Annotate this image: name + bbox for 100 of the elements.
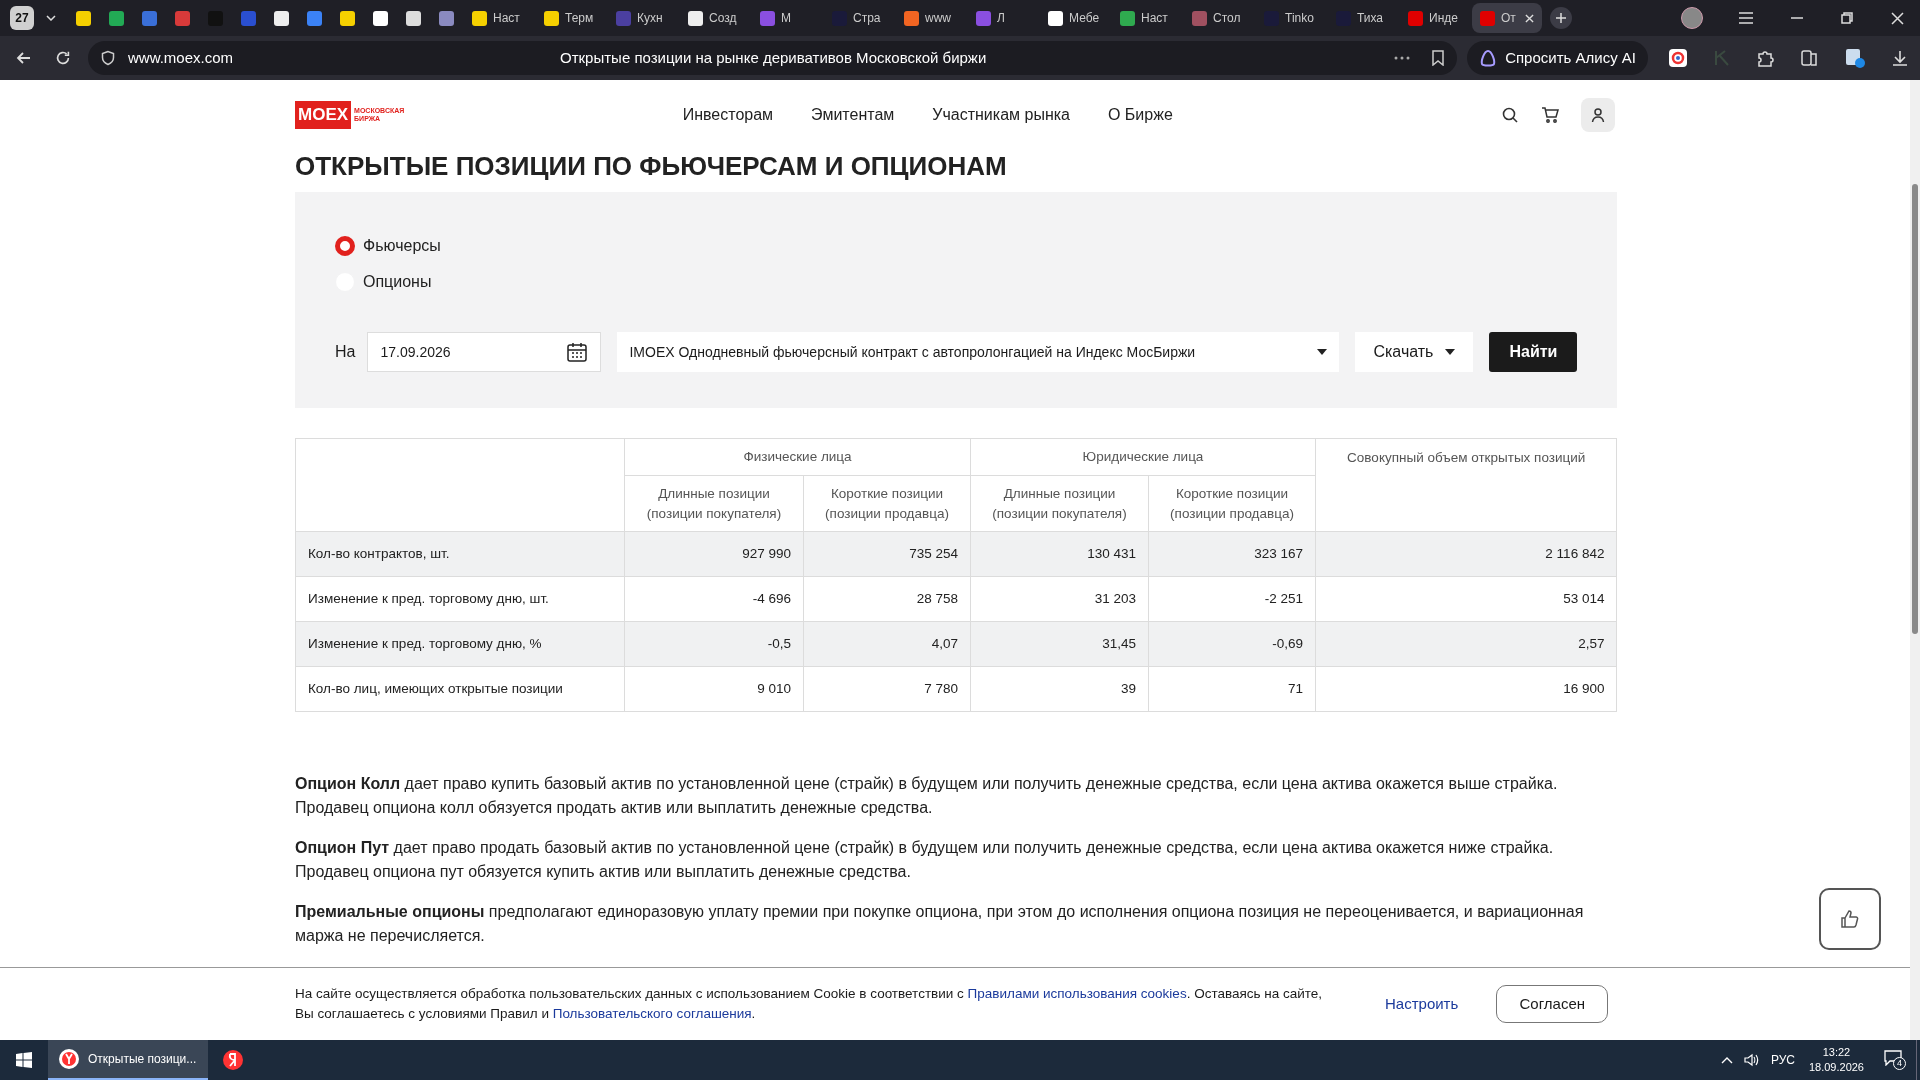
table-cell: 2,57: [1315, 621, 1617, 667]
table-cell: 927 990: [624, 531, 804, 577]
browser-tab[interactable]: Инде: [1400, 3, 1470, 33]
avatar-icon[interactable]: [1681, 7, 1703, 29]
cookie-notice: На сайте осуществляется обработка пользовательских данных с использованием Cookie в соответствии с Правилами использования cookies. Оставаясь на сайте, Вы соглашаетесь с условиями Правил и Пользовательского соглашения.: [295, 985, 1324, 1023]
tab-counter[interactable]: 27: [10, 6, 34, 30]
chevron-up-icon[interactable]: [1720, 1056, 1733, 1064]
table-cell: -4 696: [624, 576, 804, 622]
cart-icon[interactable]: [1541, 106, 1560, 124]
browser-tab[interactable]: От: [1472, 3, 1542, 33]
url-text: www.moex.com: [128, 47, 235, 68]
table-cell: 71: [1148, 666, 1316, 712]
like-button[interactable]: [1819, 888, 1882, 950]
download-icon[interactable]: [1890, 48, 1910, 68]
browser-tab[interactable]: Наст: [1112, 3, 1182, 33]
paragraph: Премиальные опционы предполагают единоразовую уплату премии при покупке опциона, при этом до исполнения опциона позиция не переоценивается, и вариационная маржа не перечисляется.: [295, 902, 1585, 946]
browser-tab[interactable]: Стол: [1184, 3, 1254, 33]
search-icon[interactable]: [1501, 106, 1520, 124]
speaker-icon[interactable]: [1742, 1052, 1759, 1068]
screenshot-icon[interactable]: [1844, 47, 1866, 69]
browser-tab[interactable]: www: [896, 3, 966, 33]
table-cell: 31,45: [970, 621, 1149, 667]
caret-icon: [1317, 349, 1328, 355]
nav-link[interactable]: О Бирже: [1107, 103, 1173, 127]
caret-icon: [1445, 349, 1456, 355]
browser-tab[interactable]: Созд: [680, 3, 750, 33]
table-cell: 31 203: [970, 576, 1149, 622]
nav-link[interactable]: Участникам рынка: [932, 103, 1070, 127]
browser-tab[interactable]: М: [752, 3, 822, 33]
date-field[interactable]: 17.09.2026: [367, 332, 602, 372]
collections-icon[interactable]: [1800, 48, 1820, 68]
assistant-icon: [1479, 49, 1498, 67]
browser-icon: [58, 1048, 80, 1070]
browser-tab[interactable]: Л: [968, 3, 1038, 33]
row-label: Изменение к пред. торговому дню, шт.: [295, 576, 625, 622]
close-icon[interactable]: [1525, 13, 1534, 23]
table-cell: -0,5: [624, 621, 804, 667]
bookmark-icon[interactable]: [1431, 50, 1446, 66]
extension-icon[interactable]: [1668, 48, 1688, 68]
contract-select[interactable]: IMOEX Однодневный фьючерсный контракт с автопролонгацией на Индекс МосБиржи: [617, 332, 1340, 372]
download-button[interactable]: Скачать: [1355, 332, 1474, 372]
paragraph: Опцион Колл дает право купить базовый актив по установленной цене (страйк) в будущем или получить денежные средства, если цена актива окажется выше страйка. Продавец опциона колл обязуется продать актив или выплатить денежные средства.: [295, 774, 1559, 818]
settings-link[interactable]: Настроить: [1385, 992, 1459, 1016]
policy-link[interactable]: Правилами использования cookies: [967, 986, 1187, 1001]
accept-button[interactable]: Согласен: [1496, 985, 1609, 1023]
close-icon[interactable]: [1891, 11, 1904, 25]
column-header: Совокупный объем открытых позиций: [1315, 438, 1617, 532]
table-cell: 735 254: [803, 531, 971, 577]
calendar-icon[interactable]: [566, 341, 589, 363]
table-cell: -0,69: [1148, 621, 1316, 667]
date-label: На: [335, 342, 356, 362]
browser-tab[interactable]: Терм: [536, 3, 606, 33]
browser-icon[interactable]: [222, 1049, 244, 1071]
menu-icon[interactable]: [1739, 12, 1753, 24]
more-icon[interactable]: [1393, 55, 1412, 61]
page-heading: ОТКРЫТЫЕ ПОЗИЦИИ ПО ФЬЮЧЕРСАМ И ОПЦИОНАМ: [295, 150, 1008, 183]
browser-tab[interactable]: Мебе: [1040, 3, 1110, 33]
reload-icon[interactable]: [54, 49, 72, 67]
column-header: Длинные позиции (позиции покупателя): [970, 475, 1149, 532]
paragraph: Опцион Пут дает право продать базовый актив по установленной цене (страйк) в будущем или получить денежные средства, если цена актива окажется ниже страйка. Продавец опциона пут обязуется купить актив или выплатить денежные средства.: [295, 838, 1555, 882]
table-cell: 7 780: [803, 666, 971, 712]
nav-link[interactable]: Инвесторам: [682, 103, 774, 127]
table-cell: 2 116 842: [1315, 531, 1617, 577]
browser-tab[interactable]: Tinko: [1256, 3, 1326, 33]
thumbs-up-icon: [1840, 909, 1861, 929]
policy-link[interactable]: Пользовательского соглашения: [552, 1006, 752, 1021]
profile-button[interactable]: [1581, 98, 1616, 132]
search-button[interactable]: Найти: [1489, 332, 1578, 372]
radio-label[interactable]: Фьючерсы: [363, 234, 441, 258]
notifications-button[interactable]: 4: [1884, 1050, 1906, 1070]
nav-link[interactable]: Эмитентам: [811, 103, 895, 127]
table-cell: 4,07: [803, 621, 971, 667]
browser-tab[interactable]: Тиха: [1328, 3, 1398, 33]
chevron-down-icon[interactable]: [46, 15, 56, 21]
browser-tab[interactable]: Кухн: [608, 3, 678, 33]
assistant-button[interactable]: Спросить Алису AI: [1467, 41, 1648, 75]
windows-start-icon[interactable]: [16, 1052, 32, 1068]
table-cell: 39: [970, 666, 1149, 712]
restore-icon[interactable]: [1841, 12, 1853, 24]
column-header: Короткие позиции (позиции продавца): [803, 475, 971, 532]
row-label: Изменение к пред. торговому дню, %: [295, 621, 625, 667]
table-cell: -2 251: [1148, 576, 1316, 622]
row-label: Кол-во контрактов, шт.: [295, 531, 625, 577]
new-tab-icon[interactable]: [1550, 7, 1572, 29]
radio-button[interactable]: [335, 236, 355, 256]
radio-label[interactable]: Опционы: [363, 270, 432, 294]
browser-tab[interactable]: Стра: [824, 3, 894, 33]
user-icon: [1590, 107, 1607, 123]
language-indicator[interactable]: РУС: [1770, 1051, 1795, 1069]
shield-icon: [100, 50, 116, 66]
column-header: Физические лица: [624, 438, 971, 476]
address-bar[interactable]: www.moex.com Открытые позиции на рынке деривативов Московской биржи: [88, 41, 1458, 75]
table-cell: 16 900: [1315, 666, 1617, 712]
scrollbar[interactable]: [1910, 80, 1920, 1040]
clock[interactable]: 13:22 18.09.2026: [1808, 1045, 1864, 1075]
page-title: Открытые позиции на рынке деривативов Московской биржи: [560, 47, 987, 68]
browser-tab[interactable]: Наст: [464, 3, 534, 33]
taskbar-app[interactable]: Открытые позици...: [48, 1040, 208, 1080]
puzzle-icon[interactable]: [1756, 48, 1776, 68]
column-header: Юридические лица: [970, 438, 1316, 476]
